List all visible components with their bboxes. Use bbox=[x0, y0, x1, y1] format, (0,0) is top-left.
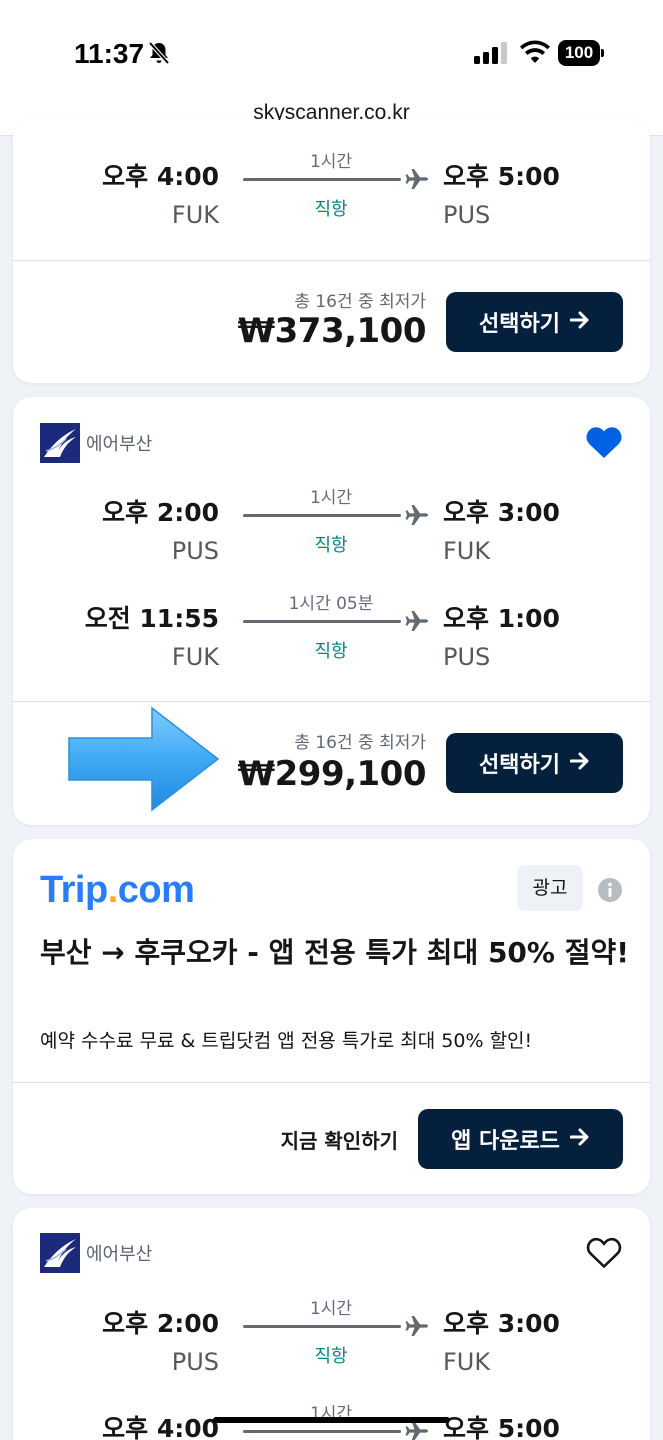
price-caption: 총 16건 중 최저가 bbox=[294, 733, 426, 753]
status-time: 11:37 bbox=[74, 38, 145, 69]
app-download-label: 앱 다운로드 bbox=[451, 1129, 560, 1154]
arrival-time: 오후 3:00 bbox=[443, 1309, 560, 1338]
status-bar: 11:37 100 bbox=[0, 0, 663, 96]
price: ₩373,100 bbox=[237, 311, 427, 351]
plane-icon bbox=[405, 504, 429, 530]
plane-icon bbox=[405, 1420, 429, 1440]
airline-name: 에어부산 bbox=[86, 434, 153, 455]
flight-result-card: 오후 4:00 FUK 1시간 직항 오후 5:00 PUS 총 16건 중 최… bbox=[13, 120, 650, 383]
flight-leg: 오후 4:00 FUK 1시간 직항 오후 5:00 PUS bbox=[13, 152, 650, 247]
price-caption: 총 16건 중 최저가 bbox=[294, 292, 426, 312]
card-divider bbox=[13, 701, 650, 702]
route-line bbox=[243, 178, 401, 181]
select-button-label: 선택하기 bbox=[479, 753, 560, 778]
sponsored-ad-card[interactable]: Trip.com 광고 부산 → 후쿠오카 - 앱 전용 특가 최대 50% 절… bbox=[13, 839, 650, 1194]
flight-leg: 오후 2:00 PUS 1시간 직항 오후 3:00 FUK bbox=[13, 1299, 650, 1394]
departure-airport: PUS bbox=[171, 1348, 219, 1376]
arrival-airport: FUK bbox=[443, 1348, 491, 1376]
battery-level: 100 bbox=[558, 40, 600, 66]
heart-outline-icon[interactable] bbox=[586, 1237, 622, 1273]
ad-cta-text[interactable]: 지금 확인하기 bbox=[281, 1125, 398, 1154]
route-line bbox=[243, 620, 401, 623]
select-button[interactable]: 선택하기 bbox=[446, 292, 623, 352]
plane-icon bbox=[405, 1315, 429, 1341]
route-line bbox=[243, 1430, 401, 1433]
route-line bbox=[243, 1325, 401, 1328]
select-button-label: 선택하기 bbox=[479, 312, 560, 337]
cellular-signal-icon bbox=[474, 42, 508, 68]
direct-flight-label: 직항 bbox=[314, 199, 348, 220]
departure-time: 오후 2:00 bbox=[102, 1309, 219, 1338]
air-busan-logo bbox=[40, 1233, 80, 1273]
arrival-airport: FUK bbox=[443, 537, 491, 565]
departure-time: 오후 4:00 bbox=[102, 162, 219, 191]
direct-flight-label: 직항 bbox=[314, 641, 348, 662]
home-indicator[interactable] bbox=[213, 1417, 450, 1423]
arrival-airport: PUS bbox=[443, 643, 491, 671]
departure-airport: FUK bbox=[171, 643, 219, 671]
arrival-time: 오후 3:00 bbox=[443, 498, 560, 527]
airline-info: 에어부산 bbox=[40, 423, 152, 463]
ad-description: 예약 수수료 무료 & 트립닷컴 앱 전용 특가로 최대 50% 할인! bbox=[40, 1030, 533, 1052]
arrow-right-icon bbox=[569, 310, 590, 335]
card-divider bbox=[13, 1082, 650, 1083]
route-line bbox=[243, 514, 401, 517]
departure-airport: PUS bbox=[171, 537, 219, 565]
info-icon[interactable] bbox=[598, 878, 622, 906]
arrow-right-icon bbox=[569, 751, 590, 776]
arrival-airport: PUS bbox=[443, 201, 491, 229]
departure-time: 오후 4:00 bbox=[102, 1414, 219, 1440]
arrival-time: 오후 5:00 bbox=[443, 162, 560, 191]
arrival-time: 오후 1:00 bbox=[443, 604, 560, 633]
flight-duration: 1시간 bbox=[309, 1299, 353, 1319]
arrival-time: 오후 5:00 bbox=[443, 1414, 560, 1440]
direct-flight-label: 직항 bbox=[314, 1346, 348, 1367]
flight-leg: 오후 2:00 PUS 1시간 직항 오후 3:00 FUK bbox=[13, 488, 650, 583]
ad-badge: 광고 bbox=[517, 865, 583, 911]
departure-airport: FUK bbox=[171, 201, 219, 229]
ad-headline[interactable]: 부산 → 후쿠오카 - 앱 전용 특가 최대 50% 절약! bbox=[40, 931, 630, 975]
flight-duration: 1시간 bbox=[309, 152, 353, 172]
wifi-icon bbox=[520, 40, 550, 68]
departure-time: 오전 11:55 bbox=[84, 604, 219, 633]
air-busan-logo bbox=[40, 423, 80, 463]
flight-duration: 1시간 bbox=[309, 488, 353, 508]
flight-result-card[interactable]: 에어부산 오후 2:00 PUS 1시간 직항 오후 3:00 FUK 오후 4… bbox=[13, 1208, 650, 1440]
plane-icon bbox=[405, 610, 429, 636]
airline-info: 에어부산 bbox=[40, 1233, 152, 1273]
annotation-arrow-icon bbox=[56, 706, 222, 816]
price: ₩299,100 bbox=[237, 754, 427, 794]
heart-filled-icon[interactable] bbox=[586, 427, 622, 463]
card-divider bbox=[13, 260, 650, 261]
plane-icon bbox=[405, 168, 429, 194]
flight-leg: 오후 4:00 1시간 오후 5:00 bbox=[13, 1404, 650, 1440]
direct-flight-label: 직항 bbox=[314, 535, 348, 556]
bell-muted-icon bbox=[146, 40, 172, 70]
arrow-right-icon bbox=[569, 1127, 590, 1152]
select-button[interactable]: 선택하기 bbox=[446, 733, 623, 793]
airline-name: 에어부산 bbox=[86, 1244, 153, 1265]
app-download-button[interactable]: 앱 다운로드 bbox=[418, 1109, 623, 1169]
battery-icon: 100 bbox=[558, 40, 604, 66]
flight-leg: 오전 11:55 FUK 1시간 05분 직항 오후 1:00 PUS bbox=[13, 594, 650, 689]
trip-com-logo: Trip.com bbox=[40, 869, 195, 911]
flight-duration: 1시간 05분 bbox=[288, 594, 374, 614]
departure-time: 오후 2:00 bbox=[102, 498, 219, 527]
